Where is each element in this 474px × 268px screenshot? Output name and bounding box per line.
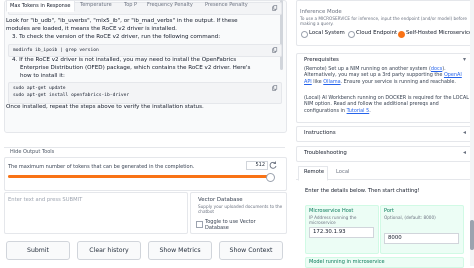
paragraph-text: modules are loaded, it means the RoCE v2… — [6, 26, 177, 32]
prereq-text: . — [369, 107, 371, 114]
page-scrollbar-thumb[interactable] — [470, 220, 474, 250]
port-subtitle: Optional, (default: 8000) — [384, 215, 436, 220]
openai-link[interactable]: OpenAI — [444, 72, 462, 78]
expand-caret-icon[interactable]: ◂ — [463, 129, 466, 136]
prereq-text: (Remote) Set up a NIM running on another… — [304, 66, 431, 72]
tutorial-5-link[interactable]: Tutorial 5 — [347, 108, 370, 114]
vector-database-subtitle: Supply your uploaded documents to the ch… — [198, 204, 283, 214]
max-tokens-label: The maximum number of tokens that can be… — [8, 164, 195, 170]
host-input[interactable]: 172.30.1.93 — [309, 227, 374, 238]
tab-presence-penalty[interactable]: Presence Penalty — [205, 2, 248, 8]
step-text: 4. If the RoCE v2 driver is not installe… — [12, 57, 237, 63]
radio-label-cloud-endpoint: Cloud Endpoint — [356, 30, 398, 36]
port-input[interactable]: 8000 — [384, 233, 459, 244]
host-title: Microservice Host — [309, 208, 354, 214]
paragraph-text: Once installed, repeat the steps above t… — [6, 104, 204, 110]
paragraph-text: Look for "ib_udb", "ib_uverbs", "mlx5_ib… — [6, 18, 238, 24]
host-subtitle: IP Address running the microservice — [309, 215, 357, 225]
max-tokens-slider-fill — [8, 175, 270, 178]
settings-tabs — [4, 135, 285, 148]
radio-self-hosted-microservice[interactable] — [398, 31, 405, 38]
vector-database-title: Vector Database — [198, 197, 243, 203]
hide-output-tools-link[interactable]: Hide Output Tools — [10, 149, 54, 155]
copy-icon[interactable] — [272, 5, 278, 11]
step-text: how to install it: — [20, 73, 65, 79]
prereq-local-text: (Local) AI Workbench running on DOCKER i… — [304, 95, 469, 114]
port-title: Port — [384, 208, 394, 214]
prerequisites-title[interactable]: Prerequisites — [304, 57, 339, 63]
radio-label-local-system: Local System — [309, 30, 345, 36]
submit-button[interactable]: Submit — [6, 241, 70, 260]
code-line: sudo apt-get update — [13, 86, 66, 91]
clear-history-button[interactable]: Clear history — [77, 241, 141, 260]
show-context-button[interactable]: Show Context — [219, 241, 283, 260]
max-tokens-panel — [4, 157, 287, 191]
model-title: Model running in microservice — [309, 259, 385, 265]
max-tokens-number-input[interactable]: 512 — [246, 161, 268, 170]
max-tokens-slider-thumb[interactable] — [266, 173, 275, 182]
copy-icon[interactable] — [272, 47, 278, 53]
expand-caret-icon[interactable]: ◂ — [463, 149, 466, 156]
prereq-text: like — [311, 78, 324, 85]
code-block-install: sudo apt-get update sudo apt-get install… — [8, 82, 282, 104]
tab-frequency-penalty[interactable]: Frequency Penalty — [147, 2, 193, 8]
radio-cloud-endpoint[interactable] — [348, 31, 355, 38]
reset-icon[interactable] — [268, 160, 278, 170]
tab-top-p[interactable]: Top P — [124, 2, 137, 8]
tab-local[interactable]: Local — [336, 169, 349, 175]
step-text: Enterprise Distribution (OFED) package, … — [20, 65, 251, 71]
show-metrics-button[interactable]: Show Metrics — [148, 241, 212, 260]
vector-database-checkbox[interactable] — [196, 221, 203, 228]
radio-label-self-hosted: Self-Hosted Microservice — [406, 30, 473, 36]
code-line: sudo apt-get install openfabrics-ib-driv… — [13, 93, 130, 98]
api-link[interactable]: API — [304, 79, 312, 85]
code-line: modinfo ib_ipoib | grep version — [13, 48, 99, 53]
step-text: 3. To check the version of the RoCE v2 d… — [12, 34, 221, 40]
vector-database-toggle-label: Toggle to use Vector Database — [205, 219, 256, 232]
radio-local-system[interactable] — [301, 31, 308, 38]
copy-icon[interactable] — [272, 85, 278, 91]
inference-mode-title: Inference Mode — [300, 9, 342, 15]
docs-link[interactable]: docs — [431, 66, 442, 72]
ollama-link[interactable]: Ollama — [323, 79, 340, 85]
tab-max-tokens[interactable]: Max Tokens in Response — [6, 0, 75, 12]
code-block-modinfo: modinfo ib_ipoib | grep version — [8, 44, 282, 57]
message-input-placeholder: Enter text and press SUBMIT — [8, 197, 83, 203]
prereq-text: (Local) AI Workbench running on DOCKER i… — [304, 95, 469, 114]
collapse-caret-icon[interactable]: ▾ — [463, 56, 466, 63]
tab-temperature[interactable]: Temperature — [80, 2, 112, 8]
instructions-title[interactable]: Instructions — [304, 130, 336, 136]
troubleshooting-title[interactable]: Troubleshooting — [304, 150, 347, 156]
tab-remote[interactable]: Remote — [304, 169, 324, 175]
remote-instruction-text: Enter the details below. Then start chat… — [305, 188, 420, 194]
prereq-text: . Ensure your service is running and rea… — [340, 78, 456, 85]
inference-mode-subtitle: To use a MICROSERVICE for inference, inp… — [300, 16, 467, 26]
prereq-remote-text: (Remote) Set up a NIM running on another… — [304, 66, 469, 85]
